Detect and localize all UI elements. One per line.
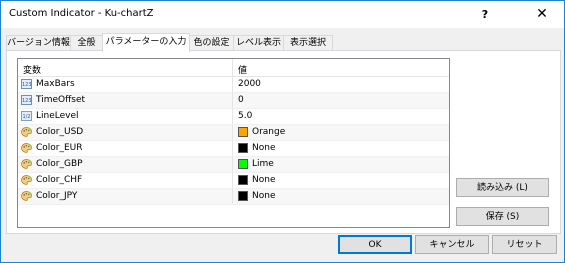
double-icon: 1/2 [21, 111, 32, 121]
table-header: 変数 値 [18, 59, 449, 77]
param-value[interactable]: 0 [238, 95, 244, 105]
close-button[interactable]: ✕ [520, 1, 564, 28]
window-title: Custom Indicator - Ku-chartZ [9, 8, 154, 19]
load-button[interactable]: 読み込み (L) [456, 178, 549, 197]
param-name: Color_JPY [36, 191, 78, 201]
color-swatch[interactable] [238, 191, 248, 201]
param-name: TimeOffset [36, 95, 86, 105]
table-row[interactable]: 123 TimeOffset 0 [18, 93, 449, 109]
reset-button[interactable]: リセット [492, 235, 557, 254]
param-value[interactable]: 2000 [238, 79, 261, 89]
color-palette-icon [21, 143, 32, 153]
parameters-panel: 変数 値 123 MaxBars 2000 123 TimeOffset 0 1/2… [6, 50, 561, 234]
tab-general[interactable]: 全般 [70, 35, 103, 51]
ok-button[interactable]: OK [338, 235, 412, 254]
color-swatch[interactable] [238, 175, 248, 185]
tab-version-info[interactable]: バージョン情報 [6, 35, 71, 51]
param-value[interactable]: None [252, 191, 275, 201]
integer-icon: 123 [21, 79, 32, 89]
integer-icon: 123 [21, 95, 32, 105]
tab-input-parameters[interactable]: パラメーターの入力 [102, 33, 190, 52]
param-value[interactable]: Orange [252, 127, 285, 137]
table-row[interactable]: Color_GBP Lime [18, 157, 449, 173]
color-palette-icon [21, 127, 32, 137]
save-button[interactable]: 保存 (S) [456, 207, 549, 226]
param-name: Color_GBP [36, 159, 83, 169]
param-value[interactable]: 5.0 [238, 111, 252, 121]
title-bar: Custom Indicator - Ku-chartZ ? ✕ [1, 1, 564, 28]
table-row[interactable]: Color_JPY None [18, 189, 449, 205]
table-row[interactable]: Color_EUR None [18, 141, 449, 157]
table-row[interactable]: Color_USD Orange [18, 125, 449, 141]
table-row[interactable]: 1/2 LineLevel 5.0 [18, 109, 449, 125]
param-value[interactable]: Lime [252, 159, 274, 169]
table-row[interactable]: 123 MaxBars 2000 [18, 77, 449, 93]
tab-color-settings[interactable]: 色の設定 [189, 35, 234, 51]
param-name: Color_USD [36, 127, 84, 137]
param-name: LineLevel [36, 111, 79, 121]
tab-display-selection[interactable]: 表示選択 [283, 35, 333, 51]
cancel-button[interactable]: キャンセル [415, 235, 489, 254]
color-swatch[interactable] [238, 143, 248, 153]
param-value[interactable]: None [252, 143, 275, 153]
column-header-variable: 変数 [23, 66, 42, 76]
table-row[interactable]: Color_CHF None [18, 173, 449, 189]
column-header-value: 値 [238, 66, 248, 76]
color-palette-icon [21, 175, 32, 185]
parameters-table: 変数 値 123 MaxBars 2000 123 TimeOffset 0 1/2… [17, 58, 450, 228]
custom-indicator-dialog: Custom Indicator - Ku-chartZ ? ✕ バージョン情報… [0, 0, 565, 263]
param-name: MaxBars [36, 79, 75, 89]
color-swatch[interactable] [238, 159, 248, 169]
color-swatch[interactable] [238, 127, 248, 137]
param-name: Color_CHF [36, 175, 83, 185]
color-palette-icon [21, 159, 32, 169]
param-name: Color_EUR [36, 143, 83, 153]
tab-level-display[interactable]: レベル表示 [233, 35, 284, 51]
param-value[interactable]: None [252, 175, 275, 185]
color-palette-icon [21, 191, 32, 201]
help-button[interactable]: ? [463, 1, 507, 28]
